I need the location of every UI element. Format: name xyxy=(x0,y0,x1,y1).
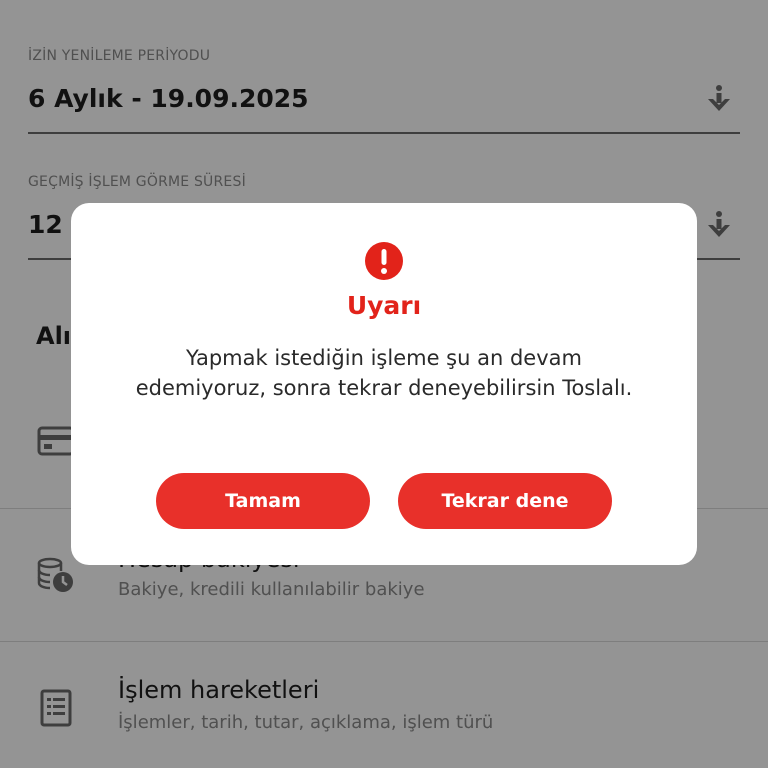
dialog-message: Yapmak istediğin işleme şu an devam edem… xyxy=(135,346,633,400)
app-screen: İZİN YENİLEME PERİYODU 6 Aylık - 19.09.2… xyxy=(0,0,768,768)
ok-button[interactable]: Tamam xyxy=(156,473,370,529)
alert-icon xyxy=(365,242,403,280)
retry-button[interactable]: Tekrar dene xyxy=(398,473,612,529)
alert-dialog: Uyarı Yapmak istediğin işleme şu an deva… xyxy=(71,203,697,565)
dialog-title: Uyarı xyxy=(346,291,422,320)
